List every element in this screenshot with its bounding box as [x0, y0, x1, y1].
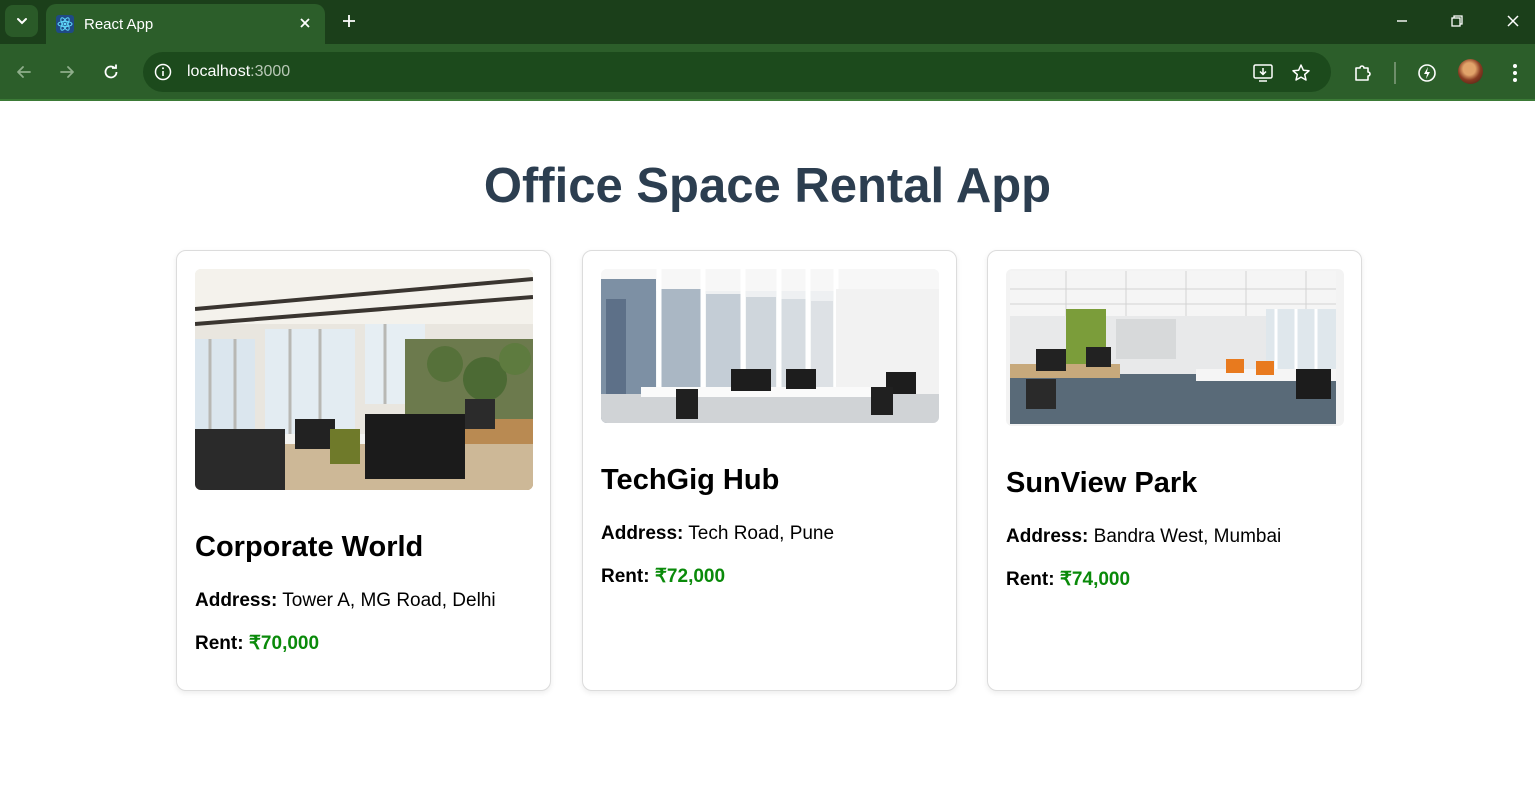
rent-value: ₹70,000 — [248, 633, 320, 654]
office-name: Corporate World — [195, 531, 424, 563]
office-rent: Rent: ₹70,000 — [195, 632, 319, 655]
more-menu-icon[interactable] — [1502, 60, 1528, 86]
office-rent: Rent: ₹74,000 — [1006, 568, 1130, 591]
office-address: Address: Tower A, MG Road, Delhi — [195, 590, 496, 612]
bookmark-star-icon[interactable] — [1289, 61, 1313, 85]
rent-label: Rent: — [1006, 569, 1055, 590]
close-window-button[interactable] — [1498, 7, 1528, 35]
tab-title: React App — [84, 15, 154, 33]
close-tab-button[interactable] — [295, 13, 315, 33]
chevron-down-icon — [16, 18, 27, 25]
url-port: :3000 — [250, 63, 291, 80]
performance-leaf-icon[interactable] — [1414, 60, 1440, 86]
reload-button[interactable] — [96, 57, 126, 87]
browser-tab-strip: React App — [0, 0, 1535, 44]
rent-label: Rent: — [601, 566, 650, 587]
address-label: Address: — [195, 590, 278, 611]
new-tab-button[interactable] — [336, 8, 362, 34]
address-value: Tower A, MG Road, Delhi — [282, 590, 496, 611]
arrow-right-icon — [60, 66, 74, 78]
address-value: Tech Road, Pune — [688, 523, 835, 544]
close-icon — [1507, 15, 1519, 27]
react-logo-icon — [56, 15, 74, 33]
page-title: Office Space Rental App — [483, 159, 1052, 213]
url-text: localhost:3000 — [187, 63, 290, 81]
rent-value: ₹74,000 — [1059, 569, 1131, 590]
reload-icon — [104, 64, 118, 79]
minimize-icon — [1397, 20, 1407, 22]
restore-button[interactable] — [1442, 7, 1472, 35]
office-card: TechGig Hub Address: Tech Road, Pune Ren… — [582, 250, 957, 691]
office-card: Corporate World Address: Tower A, MG Roa… — [176, 250, 551, 691]
office-image — [1006, 269, 1344, 426]
rent-label: Rent: — [195, 633, 244, 654]
office-rent: Rent: ₹72,000 — [601, 565, 725, 588]
back-button[interactable] — [9, 57, 39, 87]
active-tab[interactable]: React App — [46, 4, 325, 44]
close-icon — [300, 18, 310, 28]
restore-icon — [1451, 15, 1463, 27]
minimize-button[interactable] — [1387, 7, 1417, 35]
forward-button[interactable] — [52, 57, 82, 87]
site-info-icon[interactable] — [153, 62, 173, 82]
office-name: SunView Park — [1006, 467, 1198, 499]
browser-toolbar: localhost:3000 — [0, 44, 1535, 101]
tab-search-button[interactable] — [5, 5, 38, 37]
address-label: Address: — [1006, 526, 1089, 547]
office-address: Address: Bandra West, Mumbai — [1006, 526, 1281, 548]
address-value: Bandra West, Mumbai — [1093, 526, 1282, 547]
office-address: Address: Tech Road, Pune — [601, 523, 834, 545]
toolbar-separator — [1394, 62, 1396, 84]
url-host: localhost — [187, 63, 251, 80]
arrow-left-icon — [17, 66, 31, 78]
plus-icon — [343, 15, 355, 27]
rent-value: ₹72,000 — [654, 566, 726, 587]
office-image — [195, 269, 533, 490]
extensions-icon[interactable] — [1350, 60, 1376, 86]
profile-avatar[interactable] — [1458, 59, 1483, 84]
office-image — [601, 269, 939, 423]
address-bar[interactable]: localhost:3000 — [143, 52, 1331, 92]
office-card: SunView Park Address: Bandra West, Mumba… — [987, 250, 1362, 691]
office-name: TechGig Hub — [601, 464, 780, 496]
install-app-icon[interactable] — [1251, 61, 1275, 85]
address-label: Address: — [601, 523, 684, 544]
